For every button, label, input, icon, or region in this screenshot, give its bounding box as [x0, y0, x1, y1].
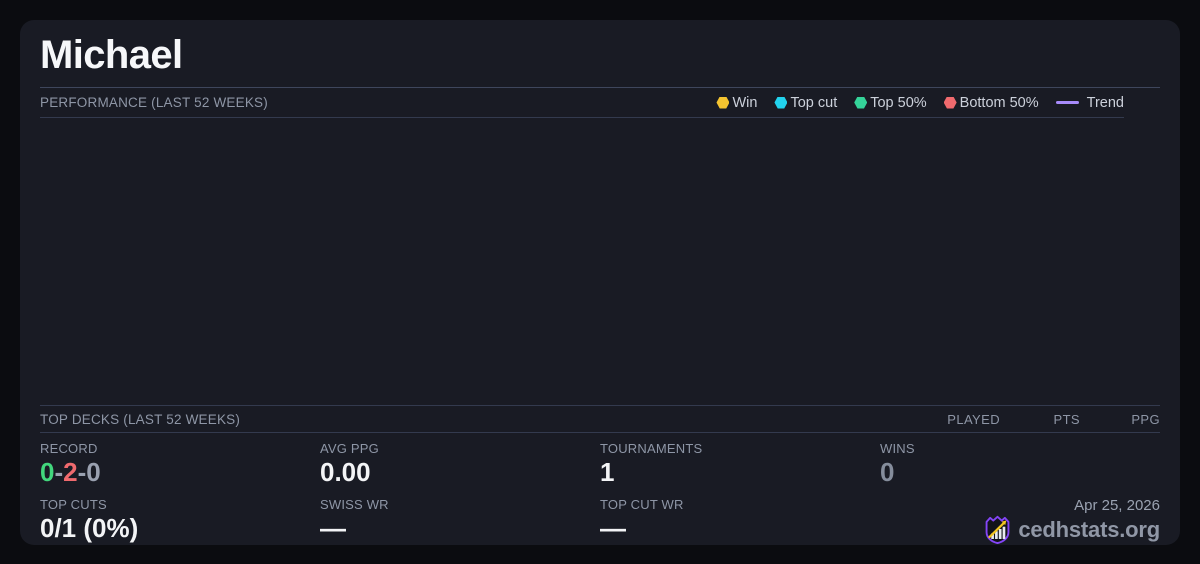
win-dot-icon [716, 97, 729, 109]
legend-item-top-50: Top 50% [854, 95, 926, 111]
legend-label-top-50: Top 50% [870, 95, 926, 111]
legend-label-trend: Trend [1087, 95, 1124, 111]
top-50-dot-icon [854, 97, 867, 109]
stat-top-cut-wr-value: — [600, 514, 880, 544]
column-pts: PTS [1000, 412, 1080, 427]
column-ppg: PPG [1080, 412, 1160, 427]
stat-swiss-wr-label: SWISS WR [320, 497, 600, 512]
stat-tournaments-value: 1 [600, 458, 880, 488]
cedhstats-shield-logo-icon [984, 515, 1011, 544]
stat-avg-ppg: AVG PPG 0.00 [320, 433, 600, 489]
stat-wins-value: 0 [880, 458, 1160, 488]
stat-top-cuts-label: TOP CUTS [40, 497, 320, 512]
legend-label-bottom-50: Bottom 50% [960, 95, 1039, 111]
stats-grid: RECORD 0-2-0 AVG PPG 0.00 TOURNAMENTS 1 … [40, 433, 1160, 545]
player-name: Michael [40, 33, 183, 78]
top-decks-header-row: TOP DECKS (LAST 52 WEEKS) PLAYED PTS PPG [40, 405, 1160, 433]
trend-line-icon [1056, 101, 1079, 104]
stat-tournaments: TOURNAMENTS 1 [600, 433, 880, 489]
record-part: 2 [63, 457, 77, 487]
bottom-50-dot-icon [944, 97, 957, 109]
performance-chart-empty [40, 118, 1160, 405]
stat-top-cuts-value: 0/1 (0%) [40, 514, 320, 544]
stat-record: RECORD 0-2-0 [40, 433, 320, 489]
legend-item-top-cut: Top cut [774, 95, 837, 111]
column-played: PLAYED [920, 412, 1000, 427]
record-part: - [78, 457, 87, 487]
performance-header-row: PERFORMANCE (LAST 52 WEEKS) Win Top cut To… [40, 88, 1160, 117]
top-cut-dot-icon [774, 97, 787, 109]
top-decks-columns: PLAYED PTS PPG [920, 412, 1160, 427]
chart-legend: Win Top cut Top 50% Bottom 50% Trend [716, 95, 1160, 111]
card-footer: Apr 25, 2026 cedhstats.org [880, 489, 1160, 545]
legend-label-win: Win [732, 95, 757, 111]
performance-heading: PERFORMANCE (LAST 52 WEEKS) [40, 95, 268, 110]
legend-item-win: Win [716, 95, 757, 111]
brand-row: cedhstats.org [984, 515, 1160, 544]
stat-avg-ppg-label: AVG PPG [320, 441, 600, 456]
stat-swiss-wr-value: — [320, 514, 600, 544]
player-stats-card: Michael PERFORMANCE (LAST 52 WEEKS) Win T… [20, 20, 1180, 545]
legend-item-trend: Trend [1056, 95, 1124, 111]
stat-top-cut-wr: TOP CUT WR — [600, 489, 880, 545]
card-date: Apr 25, 2026 [1074, 497, 1160, 514]
stat-avg-ppg-value: 0.00 [320, 458, 600, 488]
stat-swiss-wr: SWISS WR — [320, 489, 600, 545]
stat-top-cuts: TOP CUTS 0/1 (0%) [40, 489, 320, 545]
stat-tournaments-label: TOURNAMENTS [600, 441, 880, 456]
card-header: Michael [40, 20, 1160, 88]
record-part: - [54, 457, 63, 487]
record-part: 0 [40, 457, 54, 487]
stat-record-label: RECORD [40, 441, 320, 456]
top-decks-heading: TOP DECKS (LAST 52 WEEKS) [40, 412, 240, 427]
stat-record-value: 0-2-0 [40, 458, 320, 488]
stat-wins-label: WINS [880, 441, 1160, 456]
record-part: 0 [86, 457, 100, 487]
legend-item-bottom-50: Bottom 50% [944, 95, 1039, 111]
brand-name: cedhstats.org [1018, 517, 1160, 543]
stat-wins: WINS 0 [880, 433, 1160, 489]
stat-top-cut-wr-label: TOP CUT WR [600, 497, 880, 512]
legend-label-top-cut: Top cut [790, 95, 837, 111]
